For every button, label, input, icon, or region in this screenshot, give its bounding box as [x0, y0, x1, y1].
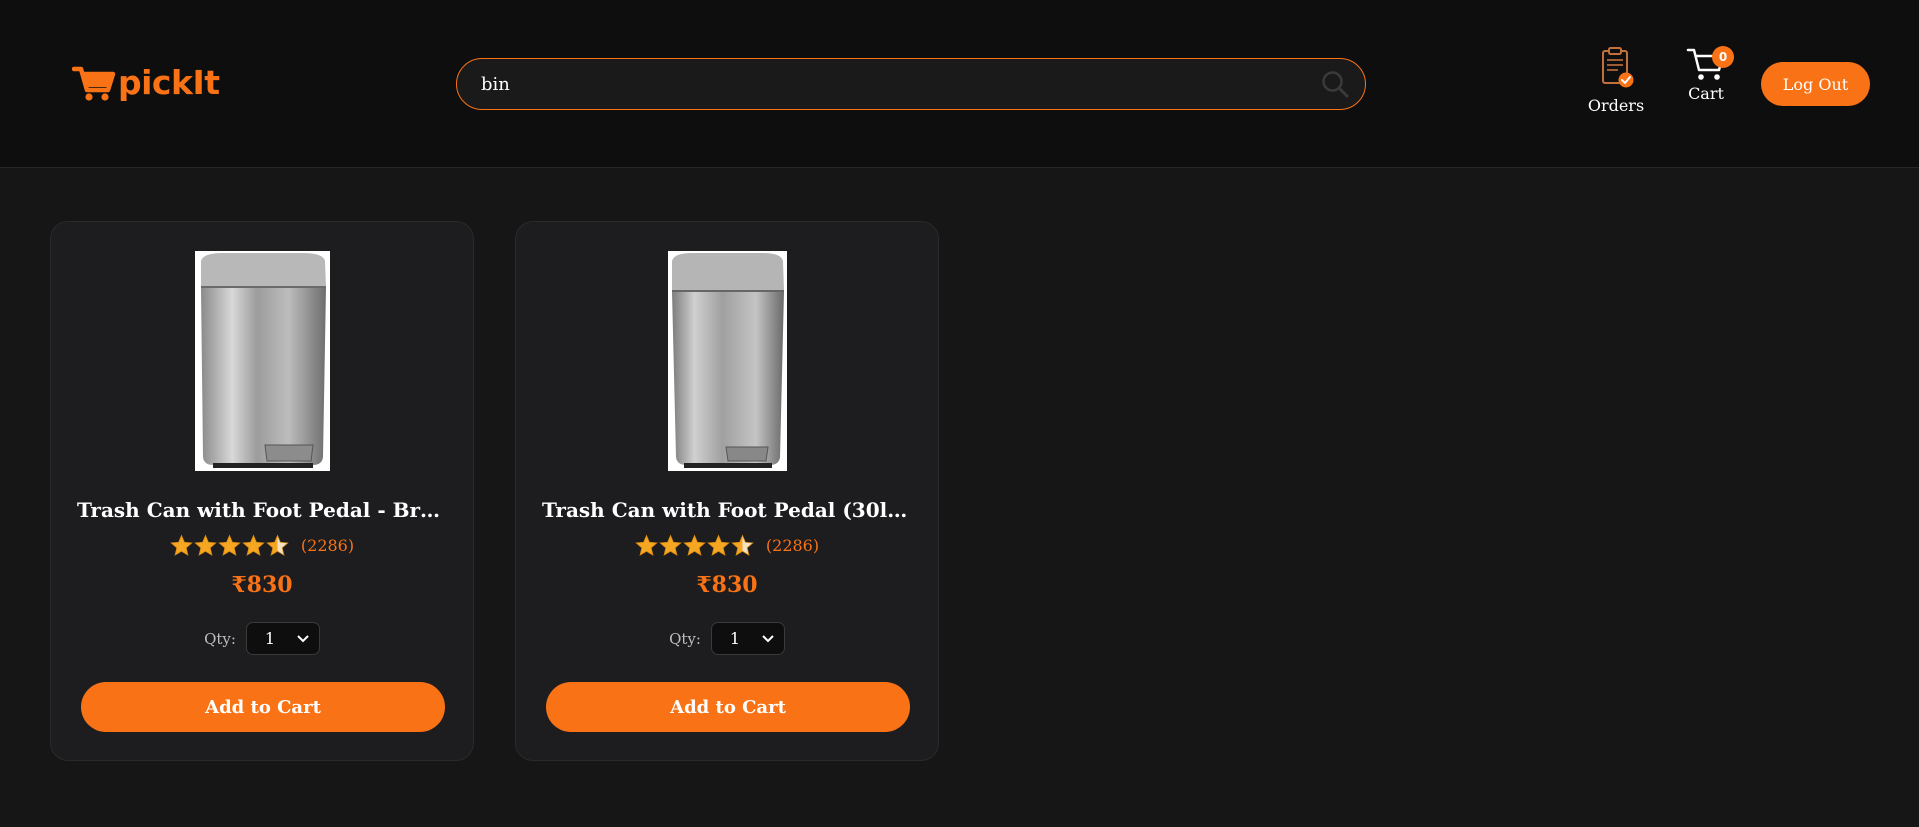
- search-bar: [456, 58, 1366, 110]
- search-icon: [1322, 71, 1349, 98]
- product-title[interactable]: Trash Can with Foot Pedal (30l) - Brushe…: [542, 498, 914, 522]
- product-image[interactable]: [668, 251, 787, 471]
- orders-label: Orders: [1587, 96, 1645, 115]
- star-full-icon: [170, 534, 193, 556]
- rating-count: (2286): [765, 536, 820, 555]
- star-full-icon: [707, 534, 730, 556]
- header: pickIt Orders 0 Cart Log: [0, 0, 1919, 168]
- trash-can-image: [201, 253, 326, 468]
- quantity-row: Qty: 1: [516, 622, 938, 655]
- star-full-icon: [683, 534, 706, 556]
- logo[interactable]: pickIt: [72, 60, 220, 105]
- qty-select[interactable]: 1: [245, 622, 320, 655]
- star-full-icon: [635, 534, 658, 556]
- star-full-icon: [659, 534, 682, 556]
- product-image[interactable]: [195, 251, 330, 471]
- cart-count-badge: 0: [1712, 46, 1734, 68]
- qty-value: 1: [729, 629, 741, 648]
- star-full-icon: [218, 534, 241, 556]
- quantity-row: Qty: 1: [51, 622, 473, 655]
- qty-label: Qty:: [669, 629, 701, 648]
- product-title[interactable]: Trash Can with Foot Pedal - Brushed Stai…: [77, 498, 449, 522]
- product-price: ₹830: [696, 572, 758, 598]
- cart-logo-icon: [72, 66, 116, 101]
- star-full-icon: [194, 534, 217, 556]
- qty-select[interactable]: 1: [710, 622, 785, 655]
- search-button[interactable]: [1305, 59, 1365, 109]
- product-card: Trash Can with Foot Pedal - Brushed Stai…: [50, 221, 474, 761]
- add-to-cart-button[interactable]: Add to Cart: [81, 682, 445, 732]
- product-rating: (2286): [516, 534, 938, 557]
- star-half-icon: [731, 534, 754, 556]
- rating-stars: [170, 534, 289, 557]
- cart-link[interactable]: 0 Cart: [1676, 46, 1736, 112]
- product-card: Trash Can with Foot Pedal (30l) - Brushe…: [515, 221, 939, 761]
- star-full-icon: [242, 534, 265, 556]
- cart-label: Cart: [1688, 84, 1724, 103]
- rating-count: (2286): [300, 536, 355, 555]
- chevron-down-icon: [297, 634, 309, 642]
- rating-stars: [635, 534, 754, 557]
- product-price: ₹830: [231, 572, 293, 598]
- qty-label: Qty:: [204, 629, 236, 648]
- logout-button[interactable]: Log Out: [1761, 62, 1870, 106]
- brand-name: pickIt: [118, 63, 220, 102]
- orders-clipboard-icon: [1602, 47, 1634, 88]
- qty-value: 1: [264, 629, 276, 648]
- product-rating: (2286): [51, 534, 473, 557]
- add-to-cart-button[interactable]: Add to Cart: [546, 682, 910, 732]
- star-half-icon: [266, 534, 289, 556]
- chevron-down-icon: [762, 634, 774, 642]
- trash-can-image: [672, 253, 784, 468]
- orders-link[interactable]: Orders: [1586, 46, 1646, 122]
- search-input[interactable]: [457, 59, 1305, 109]
